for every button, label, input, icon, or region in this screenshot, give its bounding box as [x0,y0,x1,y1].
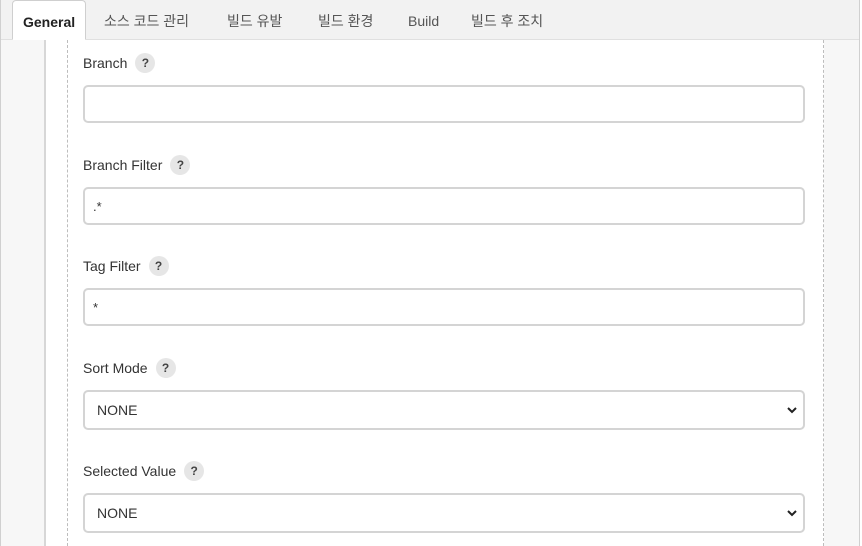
branch-filter-input[interactable] [83,187,805,225]
sort-mode-label: Sort Mode [83,360,148,376]
branch-input[interactable] [83,85,805,123]
tab-general[interactable]: General [12,0,87,40]
tag-filter-label: Tag Filter [83,258,141,274]
tab-build[interactable]: Build [408,0,439,40]
chevron-down-icon [787,510,797,517]
selected-value-selected-value: NONE [97,505,138,521]
tab-source-code-management[interactable]: 소스 코드 관리 [104,0,189,40]
tab-build-environment[interactable]: 빌드 환경 [318,0,373,40]
dashed-border-left [67,40,68,546]
chevron-down-icon [787,407,797,414]
tag-filter-label-row: Tag Filter ? [83,256,169,276]
selected-value-label-row: Selected Value ? [83,461,205,481]
sort-mode-select[interactable]: NONE [83,390,805,430]
branch-filter-label-row: Branch Filter ? [83,155,191,175]
selected-value-select[interactable]: NONE [83,493,805,533]
tab-post-build-actions[interactable]: 빌드 후 조치 [471,0,543,40]
branch-filter-label: Branch Filter [83,157,163,173]
selected-value-label: Selected Value [83,463,177,479]
branch-label-row: Branch ? [83,53,156,73]
dashed-border-right [823,40,824,546]
tag-filter-help-icon[interactable]: ? [148,256,169,276]
branch-label: Branch [83,55,128,71]
tab-build-triggers[interactable]: 빌드 유발 [227,0,282,40]
branch-filter-help-icon[interactable]: ? [170,155,191,175]
branch-help-icon[interactable]: ? [135,53,156,73]
selected-value-help-icon[interactable]: ? [184,461,205,481]
sort-mode-help-icon[interactable]: ? [155,358,176,378]
sort-mode-selected-value: NONE [97,402,138,418]
tab-bar: General 소스 코드 관리 빌드 유발 빌드 환경 Build 빌드 후 … [1,0,859,40]
sort-mode-label-row: Sort Mode ? [83,358,176,378]
tag-filter-input[interactable] [83,288,805,326]
